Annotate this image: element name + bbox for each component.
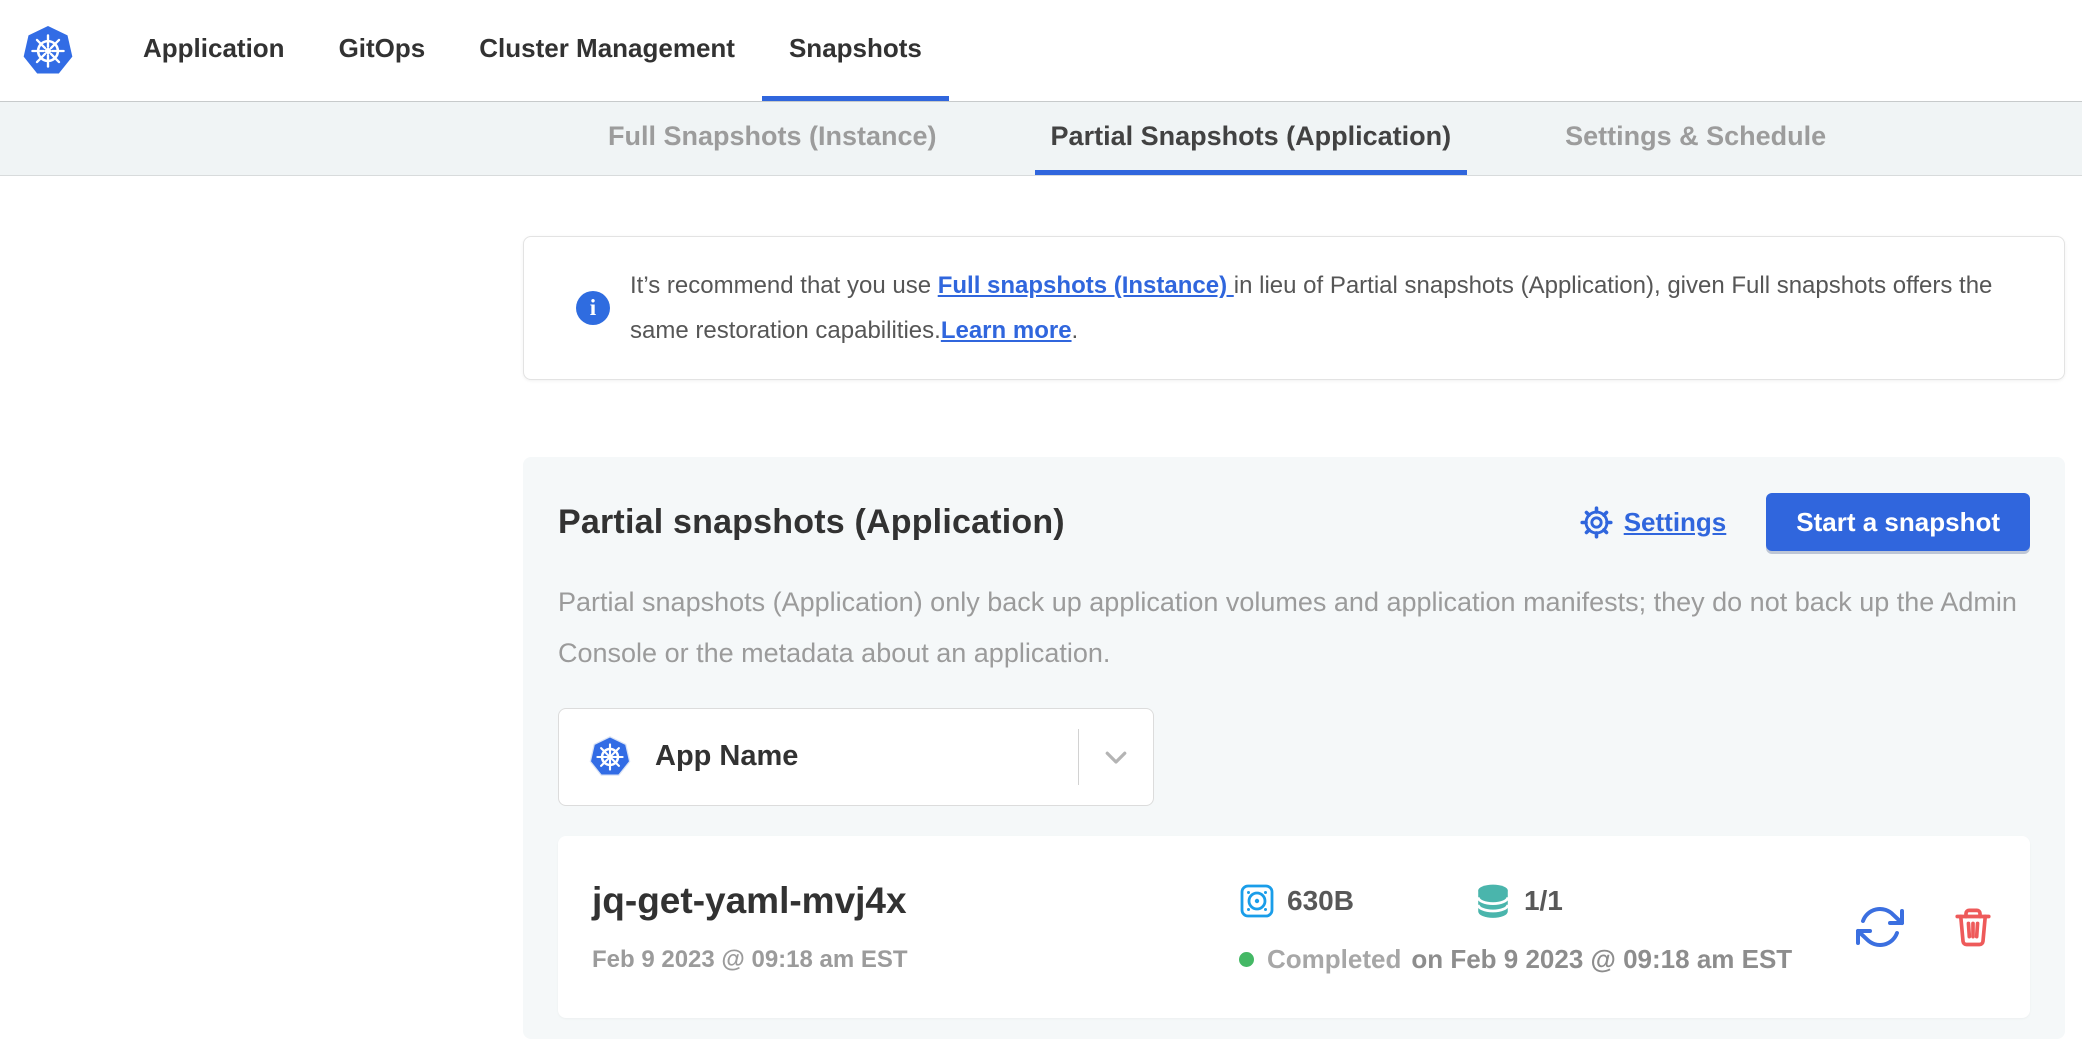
- content-area: i It’s recommend that you use Full snaps…: [0, 236, 2082, 1039]
- chevron-down-icon[interactable]: [1079, 742, 1153, 772]
- recommendation-banner: i It’s recommend that you use Full snaps…: [523, 236, 2065, 380]
- status-green-dot: [1239, 952, 1254, 967]
- panel-header: Partial snapshots (Application) S: [558, 493, 2030, 551]
- kubernetes-logo-icon: [22, 25, 74, 77]
- banner-text-part3: .: [1072, 317, 1079, 344]
- snapshot-size-value: 630B: [1287, 885, 1354, 917]
- nav-item-snapshots[interactable]: Snapshots: [762, 0, 949, 101]
- snapshot-details: 630B 1/1: [1239, 878, 1792, 976]
- snapshot-status-detail: on Feb 9 2023 @ 09:18 am EST: [1411, 944, 1792, 975]
- delete-snapshot-button[interactable]: [1952, 906, 1994, 948]
- snapshot-status: Completed: [1267, 944, 1401, 975]
- panel-description: Partial snapshots (Application) only bac…: [558, 577, 2023, 680]
- nav-item-gitops[interactable]: GitOps: [312, 0, 453, 101]
- info-icon: i: [576, 291, 610, 325]
- panel-title: Partial snapshots (Application): [558, 503, 1580, 542]
- nav-item-cluster-management[interactable]: Cluster Management: [452, 0, 762, 101]
- trash-icon: [1952, 906, 1994, 948]
- disk-size-icon: [1239, 883, 1275, 919]
- snapshot-actions: [1856, 903, 1994, 951]
- kubernetes-logo: [22, 0, 74, 101]
- top-navigation: Application GitOps Cluster Management Sn…: [0, 0, 2082, 101]
- recommendation-text: It’s recommend that you use Full snapsho…: [630, 263, 2028, 353]
- database-volumes-icon: [1474, 882, 1512, 920]
- snapshot-name: jq-get-yaml-mvj4x: [592, 880, 907, 922]
- snapshot-identity: jq-get-yaml-mvj4x Feb 9 2023 @ 09:18 am …: [592, 878, 1239, 976]
- banner-text-part1: It’s recommend that you use: [630, 272, 938, 299]
- snapshot-volumes-value: 1/1: [1524, 885, 1563, 917]
- full-snapshots-instance-link[interactable]: Full snapshots (Instance): [938, 272, 1234, 299]
- settings-link-label: Settings: [1624, 507, 1727, 538]
- snapshot-row: jq-get-yaml-mvj4x Feb 9 2023 @ 09:18 am …: [558, 836, 2030, 1018]
- app-name-value: App Name: [655, 740, 1078, 773]
- app-name-selector[interactable]: App Name: [558, 708, 1154, 806]
- restore-snapshot-button[interactable]: [1856, 903, 1904, 951]
- snapshot-size-metric: 630B: [1239, 883, 1354, 919]
- gear-icon: [1580, 506, 1613, 539]
- partial-snapshots-panel: Partial snapshots (Application) S: [523, 457, 2065, 1039]
- tab-partial-snapshots-application[interactable]: Partial Snapshots (Application): [1035, 102, 1468, 175]
- start-snapshot-button[interactable]: Start a snapshot: [1766, 493, 2030, 551]
- settings-link[interactable]: Settings: [1580, 506, 1727, 539]
- tab-settings-schedule[interactable]: Settings & Schedule: [1549, 102, 1842, 175]
- snapshot-timestamp: Feb 9 2023 @ 09:18 am EST: [592, 946, 908, 974]
- snapshots-tab-bar: Full Snapshots (Instance) Partial Snapsh…: [0, 101, 2082, 176]
- tab-full-snapshots-instance[interactable]: Full Snapshots (Instance): [592, 102, 953, 175]
- snapshot-volumes-metric: 1/1: [1474, 882, 1563, 920]
- app-kubernetes-icon: [589, 736, 631, 778]
- learn-more-link[interactable]: Learn more: [941, 317, 1072, 344]
- restore-icon: [1856, 903, 1904, 951]
- nav-item-application[interactable]: Application: [116, 0, 312, 101]
